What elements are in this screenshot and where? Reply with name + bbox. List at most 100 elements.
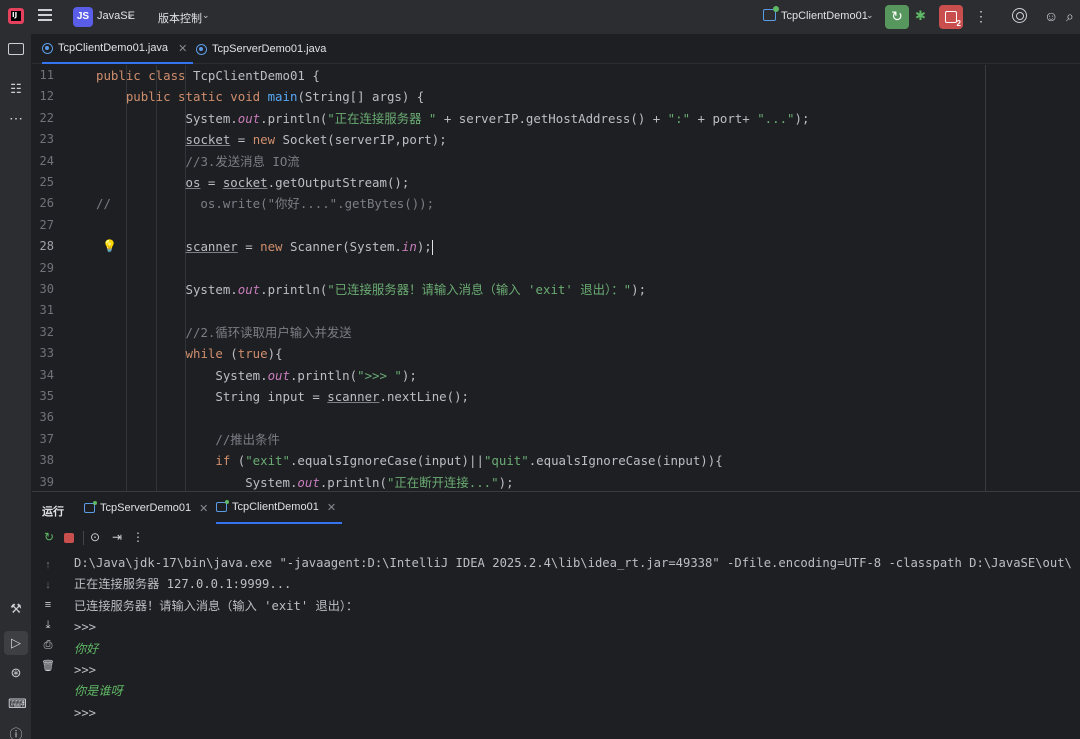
project-badge[interactable]: JS: [73, 7, 93, 27]
line-number[interactable]: 35: [32, 386, 54, 407]
code-line[interactable]: 27: [32, 215, 1080, 236]
code-line[interactable]: 36: [32, 407, 1080, 428]
chevron-down-icon[interactable]: ⌄: [126, 10, 134, 21]
code-text[interactable]: String input = scanner.nextLine();: [96, 386, 469, 407]
rerun-icon[interactable]: ↻: [44, 530, 54, 544]
line-number[interactable]: 12: [32, 86, 54, 107]
line-number[interactable]: 24: [32, 151, 54, 172]
line-number[interactable]: 34: [32, 365, 54, 386]
line-number[interactable]: 31: [32, 300, 54, 321]
soft-wrap-icon[interactable]: ≡: [40, 599, 56, 619]
print-icon[interactable]: ⎙: [40, 639, 56, 659]
title-bar: IJ JS JavaSE ⌄ 版本控制 ⌄ TcpClientDemo01 ⌄ …: [0, 0, 1080, 34]
code-line[interactable]: 30 System.out.println("已连接服务器！请输入消息（输入 '…: [32, 279, 1080, 300]
line-number[interactable]: 23: [32, 129, 54, 150]
code-line[interactable]: 38 if ("exit".equalsIgnoreCase(input)||"…: [32, 450, 1080, 471]
camera-icon[interactable]: ⊙: [90, 530, 100, 544]
build-icon[interactable]: ⚒: [8, 601, 24, 617]
code-line[interactable]: 25 os = socket.getOutputStream();: [32, 172, 1080, 193]
line-number[interactable]: 33: [32, 343, 54, 364]
code-line[interactable]: 12 public static void main(String[] args…: [32, 86, 1080, 107]
code-text[interactable]: //2.循环读取用户输入并发送: [96, 322, 352, 343]
search-icon[interactable]: ⌕: [1066, 8, 1074, 25]
code-line[interactable]: 22 System.out.println("正在连接服务器 " + serve…: [32, 108, 1080, 129]
code-text[interactable]: while (true){: [96, 343, 283, 364]
ai-assistant-icon[interactable]: [1012, 8, 1027, 23]
stop-button[interactable]: 2: [939, 5, 963, 29]
console-output[interactable]: D:\Java\jdk-17\bin\java.exe "-javaagent:…: [74, 553, 1080, 724]
main-menu-icon[interactable]: [38, 9, 52, 23]
close-icon[interactable]: ✕: [327, 501, 336, 514]
terminal-icon[interactable]: ⌨: [8, 696, 27, 712]
services-icon[interactable]: ⊛: [8, 665, 24, 681]
code-line[interactable]: 34 System.out.println(">>> ");: [32, 365, 1080, 386]
close-icon[interactable]: ✕: [178, 42, 187, 55]
chevron-down-icon[interactable]: ⌄: [866, 10, 874, 21]
line-number[interactable]: 28: [32, 236, 54, 257]
line-number[interactable]: 27: [32, 215, 54, 236]
line-number[interactable]: 11: [32, 65, 54, 86]
scroll-to-end-icon[interactable]: ⤓: [40, 619, 56, 639]
code-text[interactable]: //推出条件: [96, 429, 279, 450]
code-text[interactable]: System.out.println("已连接服务器！请输入消息（输入 'exi…: [96, 279, 647, 300]
code-line[interactable]: 23 socket = new Socket(serverIP,port);: [32, 129, 1080, 150]
scroll-up-icon[interactable]: ↑: [40, 559, 56, 579]
line-number[interactable]: 38: [32, 450, 54, 471]
code-line[interactable]: 26 // os.write("你好....".getBytes());: [32, 193, 1080, 214]
run-tab-tcpserverdemo01[interactable]: TcpServerDemo01 ✕: [84, 492, 208, 524]
code-text[interactable]: os = socket.getOutputStream();: [96, 172, 410, 193]
code-line[interactable]: 37 //推出条件: [32, 429, 1080, 450]
project-folder-icon[interactable]: [8, 43, 24, 55]
code-text[interactable]: System.out.println("正在断开连接...");: [96, 472, 513, 491]
code-text[interactable]: public class TcpClientDemo01 {: [96, 65, 320, 86]
stop-icon[interactable]: [64, 533, 74, 543]
code-text[interactable]: if ("exit".equalsIgnoreCase(input)||"qui…: [96, 450, 722, 471]
rerun-button[interactable]: ↻: [885, 5, 909, 29]
run-tab-tcpclientdemo01[interactable]: TcpClientDemo01 ✕: [216, 492, 343, 524]
tab-tcpclientdemo01[interactable]: TcpClientDemo01.java ✕: [42, 34, 194, 64]
code-line[interactable]: 24 //3.发送消息 IO流: [32, 151, 1080, 172]
line-number[interactable]: 29: [32, 258, 54, 279]
code-line[interactable]: 32 //2.循环读取用户输入并发送: [32, 322, 1080, 343]
code-text[interactable]: socket = new Socket(serverIP,port);: [96, 129, 447, 150]
line-number[interactable]: 37: [32, 429, 54, 450]
more-tools-icon[interactable]: ⋯: [8, 110, 24, 126]
chevron-down-icon[interactable]: ⌄: [202, 10, 210, 21]
problems-icon[interactable]: ⓘ: [8, 727, 24, 739]
more-actions-icon[interactable]: ⋮: [974, 8, 988, 25]
line-number[interactable]: 22: [32, 108, 54, 129]
debug-button[interactable]: ✱: [915, 8, 926, 24]
code-text[interactable]: System.out.println(">>> ");: [96, 365, 416, 386]
run-configuration-selector[interactable]: TcpClientDemo01: [781, 10, 868, 22]
scroll-down-icon[interactable]: ↓: [40, 579, 56, 599]
line-number[interactable]: 26: [32, 193, 54, 214]
line-number[interactable]: 32: [32, 322, 54, 343]
code-line[interactable]: 39 System.out.println("正在断开连接...");: [32, 472, 1080, 491]
code-text[interactable]: //3.发送消息 IO流: [96, 151, 300, 172]
add-user-icon[interactable]: ☺: [1044, 8, 1058, 24]
structure-icon[interactable]: ☷: [8, 81, 24, 97]
line-number[interactable]: 39: [32, 472, 54, 491]
more-options-icon[interactable]: ⋮: [132, 530, 144, 544]
tab-tcpserverdemo01[interactable]: TcpServerDemo01.java: [196, 34, 326, 64]
run-tool-icon[interactable]: ▷: [4, 631, 28, 655]
code-line[interactable]: 29: [32, 258, 1080, 279]
code-line[interactable]: 31: [32, 300, 1080, 321]
code-line[interactable]: 11 public class TcpClientDemo01 {: [32, 65, 1080, 86]
code-editor[interactable]: 💡 11 public class TcpClientDemo01 {12 pub…: [32, 65, 1080, 491]
line-number[interactable]: 25: [32, 172, 54, 193]
code-text[interactable]: // os.write("你好....".getBytes());: [96, 193, 434, 214]
line-number[interactable]: 30: [32, 279, 54, 300]
code-line[interactable]: 35 String input = scanner.nextLine();: [32, 386, 1080, 407]
console-user-input: 你好: [74, 641, 99, 656]
close-icon[interactable]: ✕: [199, 502, 208, 515]
code-text[interactable]: System.out.println("正在连接服务器 " + serverIP…: [96, 108, 810, 129]
clear-all-icon[interactable]: 🗑: [40, 659, 56, 679]
line-number[interactable]: 36: [32, 407, 54, 428]
restore-layout-icon[interactable]: ⇥: [112, 530, 122, 544]
code-line[interactable]: 28 scanner = new Scanner(System.in);: [32, 236, 1080, 257]
code-line[interactable]: 33 while (true){: [32, 343, 1080, 364]
code-text[interactable]: scanner = new Scanner(System.in);: [96, 236, 433, 257]
vcs-menu[interactable]: 版本控制: [158, 10, 202, 26]
code-text[interactable]: public static void main(String[] args) {: [96, 86, 424, 107]
